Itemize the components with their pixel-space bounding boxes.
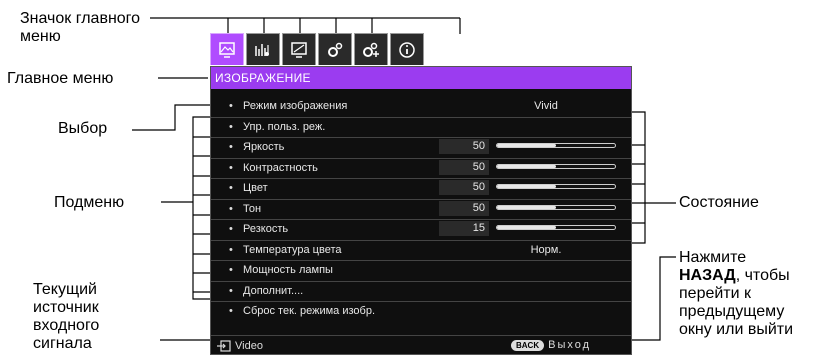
source-name: Video xyxy=(235,340,263,352)
menu-item-lamp-power[interactable]: • Мощность лампы xyxy=(211,261,631,282)
menu-item-label: Резкость xyxy=(243,223,289,235)
menu-item-label: Дополнит.... xyxy=(243,284,304,297)
menu-item-label: Мощность лампы xyxy=(243,264,333,276)
menu-item-label: Сброс тек. режима изобр. xyxy=(243,305,375,317)
menu-item-label: Контрастность xyxy=(243,161,318,174)
menu-item-color[interactable]: • Цвет 50 xyxy=(211,179,631,200)
menu-item-advanced[interactable]: • Дополнит.... xyxy=(211,282,631,302)
menu-item-sharpness[interactable]: • Резкость 15 xyxy=(211,220,631,241)
menu-item-number: 50 xyxy=(439,159,489,175)
slider-fill xyxy=(497,164,556,168)
info-icon xyxy=(399,41,415,58)
slider-fill xyxy=(497,144,556,147)
brightness-slider[interactable] xyxy=(496,143,616,148)
tab-info[interactable] xyxy=(390,33,424,65)
tint-slider[interactable] xyxy=(496,204,616,210)
slider-fill xyxy=(497,185,556,188)
menu-item-label: Цвет xyxy=(243,182,268,194)
slider-fill xyxy=(497,226,556,229)
input-source-icon xyxy=(217,340,231,352)
slider-fill xyxy=(497,205,556,209)
menu-item-value: Норм. xyxy=(530,243,562,256)
menu-item-number: 50 xyxy=(439,200,489,216)
audio-icon xyxy=(255,43,269,56)
contrast-slider[interactable] xyxy=(496,163,616,169)
menu-item-label: Яркость xyxy=(243,141,285,153)
sharpness-slider[interactable] xyxy=(496,225,616,230)
settings-icon xyxy=(328,42,343,57)
display-icon xyxy=(291,41,307,58)
color-slider[interactable] xyxy=(496,184,616,189)
menu-item-picture-mode[interactable]: • Режим изображения Vivid xyxy=(211,97,631,118)
menu-item-reset-picture-mode[interactable]: • Сброс тек. режима изобр. xyxy=(211,302,631,322)
menu-item-user-mode[interactable]: • Упр. польз. реж. xyxy=(211,118,631,138)
tab-picture[interactable] xyxy=(210,33,244,65)
menu-item-color-temperature[interactable]: • Температура цвета Норм. xyxy=(211,241,631,261)
menu-item-label: Режим изображения xyxy=(243,100,348,112)
menu-header: ИЗОБРАЖЕНИЕ xyxy=(211,67,631,89)
back-exit[interactable]: BACK Выход xyxy=(511,339,591,351)
osd-panel: ИЗОБРАЖЕНИЕ • Режим изображения Vivid • … xyxy=(210,66,632,355)
advanced-settings-icon xyxy=(363,42,379,57)
back-button[interactable]: BACK xyxy=(511,339,545,351)
menu-item-label: Тон xyxy=(243,202,262,215)
osd-footer: Video BACK Выход xyxy=(211,335,631,356)
current-source: Video xyxy=(217,340,263,352)
menu-item-value: Vivid xyxy=(534,100,558,112)
menu-item-tint[interactable]: • Тон 50 xyxy=(211,200,631,220)
tab-settings[interactable] xyxy=(318,33,352,65)
picture-icon xyxy=(219,41,235,58)
tab-display[interactable] xyxy=(282,33,316,65)
menu-item-label: Температура цвета xyxy=(243,243,342,256)
menu-item-number: 15 xyxy=(439,221,489,236)
tab-audio[interactable] xyxy=(246,33,280,65)
menu-item-contrast[interactable]: • Контрастность 50 xyxy=(211,159,631,179)
exit-label: Выход xyxy=(548,339,592,351)
menu-item-number: 50 xyxy=(439,180,489,195)
tab-advanced-settings[interactable] xyxy=(354,33,388,65)
menu-item-number: 50 xyxy=(439,139,489,154)
submenu-list: • Режим изображения Vivid • Упр. польз. … xyxy=(211,97,631,322)
menu-item-label: Упр. польз. реж. xyxy=(243,120,326,133)
menu-item-brightness[interactable]: • Яркость 50 xyxy=(211,138,631,159)
